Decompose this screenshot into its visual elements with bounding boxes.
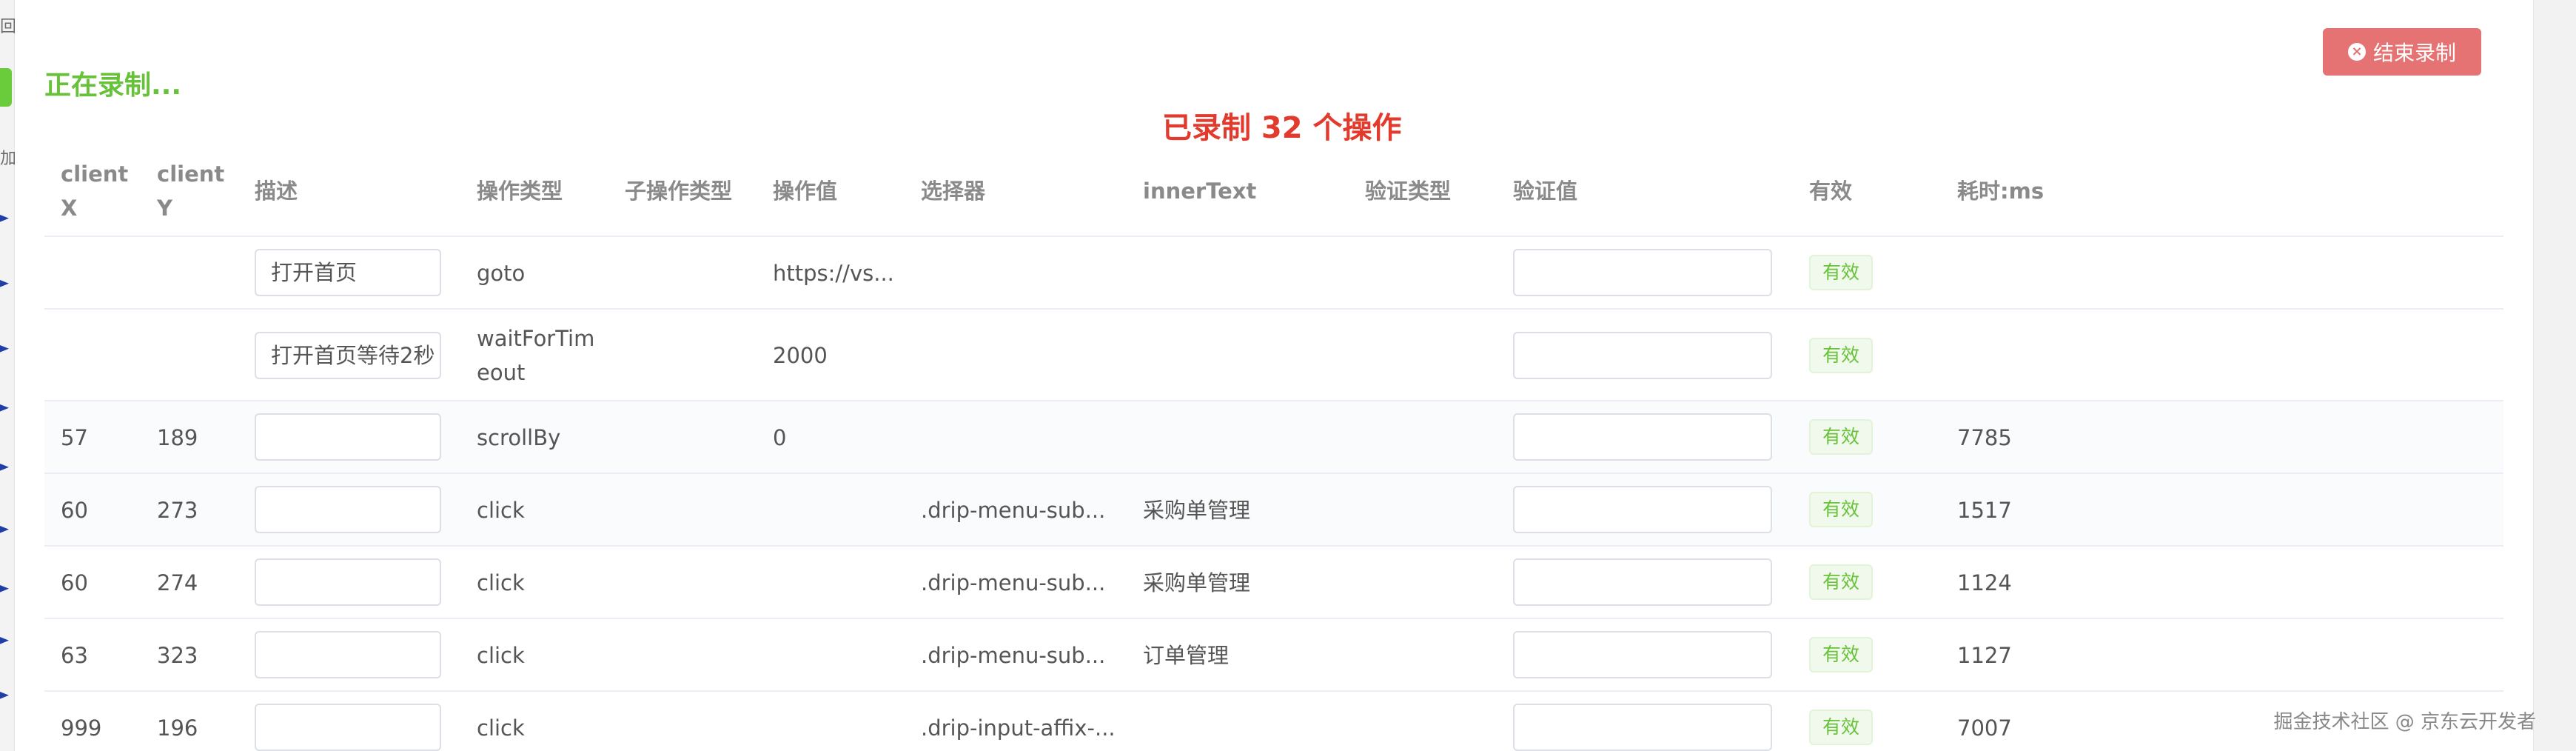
table-row: 60 274 click .drip-menu-sub... 采购单管理 有效 … xyxy=(44,547,2503,619)
header-verify-type: 验证类型 xyxy=(1365,178,1452,204)
end-recording-button[interactable]: × 结束录制 xyxy=(2323,28,2481,76)
description-input[interactable] xyxy=(255,558,441,606)
table-row: 57 189 scrollBy 0 有效 7785 xyxy=(44,401,2503,474)
cell-client-y: 196 xyxy=(157,715,198,741)
cell-elapsed: 1127 xyxy=(1957,643,2012,668)
description-input[interactable]: 打开首页 xyxy=(255,249,441,296)
description-input[interactable]: 打开首页等待2秒 xyxy=(255,332,441,379)
flag-icon xyxy=(0,280,9,287)
cell-selector: .drip-menu-sub... xyxy=(921,570,1106,595)
page: 回 加 正在录制... × 结束录制 已录制 32 个操作 client X c… xyxy=(0,0,2576,751)
cell-client-x: 60 xyxy=(61,498,88,523)
table-row: 打开首页等待2秒 waitForTimeout 2000 有效 xyxy=(44,310,2503,401)
flag-icon xyxy=(0,215,9,222)
header-client-x: client X xyxy=(61,161,129,221)
valid-badge: 有效 xyxy=(1809,710,1874,745)
cell-op-type: goto xyxy=(477,261,526,286)
cell-elapsed: 7785 xyxy=(1957,425,2012,450)
flag-icon xyxy=(0,692,9,699)
description-input[interactable] xyxy=(255,413,441,461)
header-sub-op-type: 子操作类型 xyxy=(625,178,733,204)
table-row: 打开首页 goto https://vs... 有效 xyxy=(44,237,2503,310)
description-input[interactable] xyxy=(255,631,441,678)
header-selector: 选择器 xyxy=(921,178,986,204)
header-inner-text: innerText xyxy=(1143,178,1257,204)
cell-client-y: 274 xyxy=(157,570,198,595)
watermark: 掘金技术社区 @ 京东云开发者 xyxy=(2273,711,2536,733)
cell-op-value: 2000 xyxy=(773,343,828,368)
cell-client-y: 273 xyxy=(157,498,198,523)
cell-client-x: 60 xyxy=(61,570,88,595)
cell-elapsed: 1517 xyxy=(1957,498,2012,523)
header-valid: 有效 xyxy=(1809,178,1853,204)
header-verify-value: 验证值 xyxy=(1513,178,1578,204)
header-client-y: client Y xyxy=(157,161,225,221)
cell-selector: .drip-menu-sub... xyxy=(921,498,1106,523)
flag-icon xyxy=(0,637,9,644)
cell-inner-text: 采购单管理 xyxy=(1143,498,1251,523)
cell-client-x: 57 xyxy=(61,425,88,450)
cell-selector: .drip-input-affix-... xyxy=(921,715,1116,741)
verify-value-input[interactable] xyxy=(1513,332,1772,379)
flag-icon xyxy=(0,585,9,593)
background-text-mid: 加 xyxy=(0,150,17,168)
operations-table: client X client Y 描述 操作类型 子操作类型 操作值 选择器 … xyxy=(44,148,2503,751)
cell-op-type: click xyxy=(477,715,525,741)
description-input[interactable] xyxy=(255,486,441,533)
background-right-strip xyxy=(2533,0,2576,751)
verify-value-input[interactable] xyxy=(1513,413,1772,461)
flag-icon xyxy=(0,526,9,533)
header-description: 描述 xyxy=(255,178,298,204)
table-row: 999 196 click .drip-input-affix-... 有效 7… xyxy=(44,692,2503,751)
table-row: 60 273 click .drip-menu-sub... 采购单管理 有效 … xyxy=(44,474,2503,547)
cell-elapsed: 1124 xyxy=(1957,570,2012,595)
cell-client-y: 323 xyxy=(157,643,198,668)
valid-badge: 有效 xyxy=(1809,637,1874,672)
flag-icon xyxy=(0,404,9,412)
valid-badge: 有效 xyxy=(1809,338,1874,373)
valid-badge: 有效 xyxy=(1809,492,1874,527)
cell-client-y: 189 xyxy=(157,425,198,450)
verify-value-input[interactable] xyxy=(1513,558,1772,606)
cell-op-type: click xyxy=(477,570,525,595)
valid-badge: 有效 xyxy=(1809,419,1874,455)
cell-op-type: click xyxy=(477,643,525,668)
background-text-top: 回 xyxy=(0,18,17,36)
cell-client-x: 63 xyxy=(61,643,88,668)
recording-modal: 正在录制... × 结束录制 已录制 32 个操作 client X clien… xyxy=(15,0,2533,751)
valid-badge: 有效 xyxy=(1809,564,1874,600)
verify-value-input[interactable] xyxy=(1513,631,1772,678)
verify-value-input[interactable] xyxy=(1513,249,1772,296)
cell-op-type: scrollBy xyxy=(477,425,561,450)
flag-icon xyxy=(0,464,9,471)
check-icon xyxy=(0,68,12,107)
cell-inner-text: 采购单管理 xyxy=(1143,570,1251,595)
table-header: client X client Y 描述 操作类型 子操作类型 操作值 选择器 … xyxy=(44,148,2503,237)
description-input[interactable] xyxy=(255,704,441,751)
header-elapsed: 耗时:ms xyxy=(1957,178,2045,204)
cell-op-value: https://vs... xyxy=(773,261,894,286)
recording-status: 正在录制... xyxy=(44,70,182,101)
cell-op-value: 0 xyxy=(773,425,787,450)
flag-icon xyxy=(0,345,9,353)
cell-selector: .drip-menu-sub... xyxy=(921,643,1106,668)
background-left-strip: 回 加 xyxy=(0,0,17,751)
cell-op-type: click xyxy=(477,498,525,523)
table-row: 63 323 click .drip-menu-sub... 订单管理 有效 1… xyxy=(44,619,2503,692)
cell-elapsed: 7007 xyxy=(1957,715,2012,741)
header-op-type: 操作类型 xyxy=(477,178,563,204)
cell-client-x: 999 xyxy=(61,715,102,741)
verify-value-input[interactable] xyxy=(1513,486,1772,533)
cell-op-type: waitForTimeout xyxy=(477,326,595,385)
end-recording-label: 结束录制 xyxy=(2372,41,2456,65)
operation-count: 已录制 32 个操作 xyxy=(1162,111,1402,145)
header-op-value: 操作值 xyxy=(773,178,838,204)
cell-inner-text: 订单管理 xyxy=(1143,643,1230,668)
close-circle-icon: × xyxy=(2347,43,2366,61)
verify-value-input[interactable] xyxy=(1513,704,1772,751)
valid-badge: 有效 xyxy=(1809,255,1874,290)
